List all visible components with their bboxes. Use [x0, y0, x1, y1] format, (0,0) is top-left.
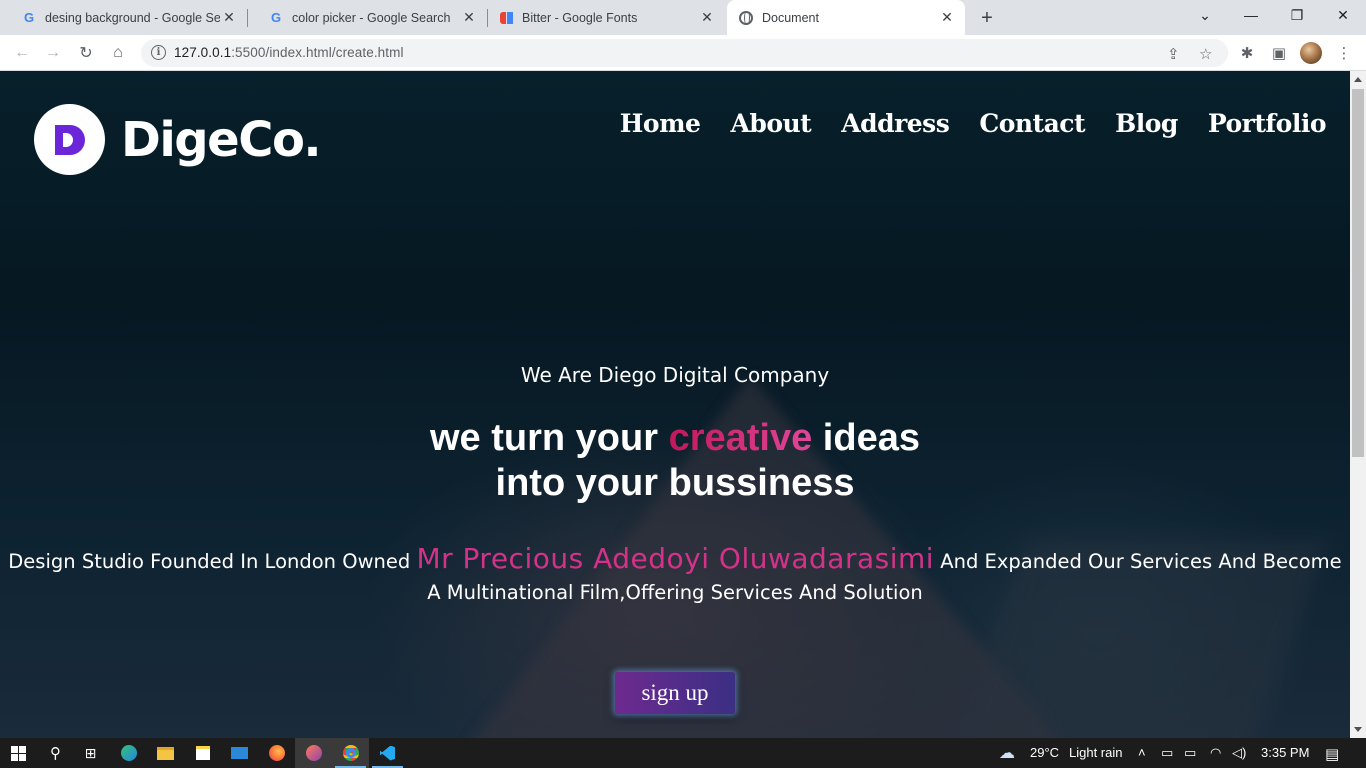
url-text: 127.0.0.1:5500/index.html/create.html [174, 45, 404, 60]
browser-tab-1[interactable]: G desing background - Google Sea ✕ [0, 0, 248, 35]
windows-taskbar: ⚲ ⊞ ☁ 29°C Light rain ˄ ▭ ▭ ◠ ◁) 3:35 PM… [0, 738, 1366, 768]
logo-mark-icon [34, 104, 105, 175]
tab-title: Bitter - Google Fonts [522, 10, 638, 25]
weather-temperature[interactable]: 29°C [1030, 745, 1059, 760]
file-explorer-icon[interactable] [147, 738, 184, 768]
minimize-button[interactable]: — [1228, 0, 1274, 30]
scroll-thumb[interactable] [1352, 89, 1364, 457]
forward-icon[interactable]: → [41, 41, 65, 65]
task-view-icon[interactable]: ⊞ [72, 738, 109, 768]
tab-search-icon[interactable]: ⌄ [1182, 0, 1228, 30]
windows-logo-icon [11, 745, 26, 761]
globe-icon [738, 10, 754, 26]
browser-tab-4-active[interactable]: Document ✕ [727, 0, 965, 35]
site-logo[interactable]: DigeCo. [34, 104, 322, 175]
mail-icon[interactable] [221, 738, 258, 768]
signup-button[interactable]: sign up [615, 672, 735, 714]
scroll-up-arrow-icon[interactable] [1354, 77, 1362, 82]
google-fonts-icon [498, 10, 514, 26]
profile-avatar[interactable] [1300, 42, 1322, 64]
nav-contact[interactable]: Contact [979, 109, 1085, 138]
nav-portfolio[interactable]: Portfolio [1208, 109, 1327, 138]
site-info-icon[interactable]: i [151, 45, 166, 60]
wifi-icon[interactable]: ◠ [1210, 745, 1221, 761]
close-window-button[interactable]: ✕ [1320, 0, 1366, 30]
scroll-down-arrow-icon[interactable] [1354, 727, 1362, 732]
nav-blog[interactable]: Blog [1115, 109, 1178, 138]
tab-title: color picker - Google Search [292, 10, 451, 25]
meet-now-icon[interactable]: ▭ [1161, 745, 1173, 761]
google-icon: G [270, 10, 282, 25]
new-tab-button[interactable]: + [975, 6, 999, 30]
browser-toolbar: ← → ↻ ⌂ i 127.0.0.1:5500/index.html/crea… [0, 35, 1366, 71]
nav-home[interactable]: Home [620, 109, 701, 138]
close-icon[interactable]: ✕ [221, 9, 237, 25]
chrome-icon[interactable] [332, 738, 369, 768]
address-bar[interactable]: i 127.0.0.1:5500/index.html/create.html … [141, 39, 1228, 67]
close-icon[interactable]: ✕ [939, 9, 955, 25]
hero-headline: we turn your creative ideas into your bu… [430, 417, 920, 504]
page-scrollbar[interactable] [1350, 71, 1366, 738]
start-button[interactable] [0, 738, 37, 768]
search-icon[interactable]: ⚲ [37, 738, 74, 768]
reload-icon[interactable]: ↻ [74, 41, 98, 65]
clock-time[interactable]: 3:35 PM [1261, 745, 1309, 760]
weather-rain-icon[interactable]: ☁ [999, 743, 1015, 763]
battery-icon[interactable]: ▭ [1184, 745, 1196, 761]
weather-condition[interactable]: Light rain [1069, 745, 1122, 760]
menu-kebab-icon[interactable]: ⋮ [1334, 43, 1354, 63]
app-icon[interactable] [295, 738, 332, 768]
share-icon[interactable]: ⇪ [1167, 45, 1180, 63]
web-page: DigeCo. Home About Address Contact Blog … [0, 71, 1350, 738]
bookmark-star-icon[interactable]: ☆ [1199, 45, 1212, 63]
nav-about[interactable]: About [730, 109, 811, 138]
firefox-icon[interactable] [258, 738, 295, 768]
tab-title: Document [762, 10, 819, 25]
side-panel-icon[interactable]: ▣ [1269, 43, 1289, 63]
owner-name: Mr Precious Adedoyi Oluwadarasimi [416, 542, 935, 575]
browser-tab-2[interactable]: G color picker - Google Search ✕ [247, 0, 488, 35]
notifications-icon[interactable]: ▤ [1325, 745, 1339, 763]
nav-address[interactable]: Address [841, 109, 950, 138]
browser-tab-bar: G desing background - Google Sea ✕ G col… [0, 0, 1366, 35]
chevron-up-icon[interactable]: ˄ [1138, 745, 1146, 760]
main-nav: Home About Address Contact Blog Portfoli… [620, 109, 1327, 138]
extensions-icon[interactable]: ✱ [1237, 43, 1257, 63]
tab-title: desing background - Google Sea [45, 10, 220, 25]
store-icon[interactable] [184, 738, 221, 768]
close-icon[interactable]: ✕ [699, 9, 715, 25]
home-icon[interactable]: ⌂ [106, 41, 130, 65]
google-icon: G [23, 10, 35, 25]
hero-eyebrow: We Are Diego Digital Company [520, 363, 830, 387]
logo-text: DigeCo. [121, 111, 322, 168]
volume-icon[interactable]: ◁) [1232, 745, 1246, 761]
browser-tab-3[interactable]: Bitter - Google Fonts ✕ [487, 0, 725, 35]
restore-button[interactable]: ❐ [1274, 0, 1320, 30]
back-icon[interactable]: ← [10, 41, 34, 65]
vscode-icon[interactable] [369, 738, 406, 768]
close-icon[interactable]: ✕ [461, 9, 477, 25]
edge-icon[interactable] [110, 738, 147, 768]
headline-accent-word: creative [668, 417, 813, 459]
hero-description: Design Studio Founded In London Owned Mr… [8, 542, 1342, 604]
